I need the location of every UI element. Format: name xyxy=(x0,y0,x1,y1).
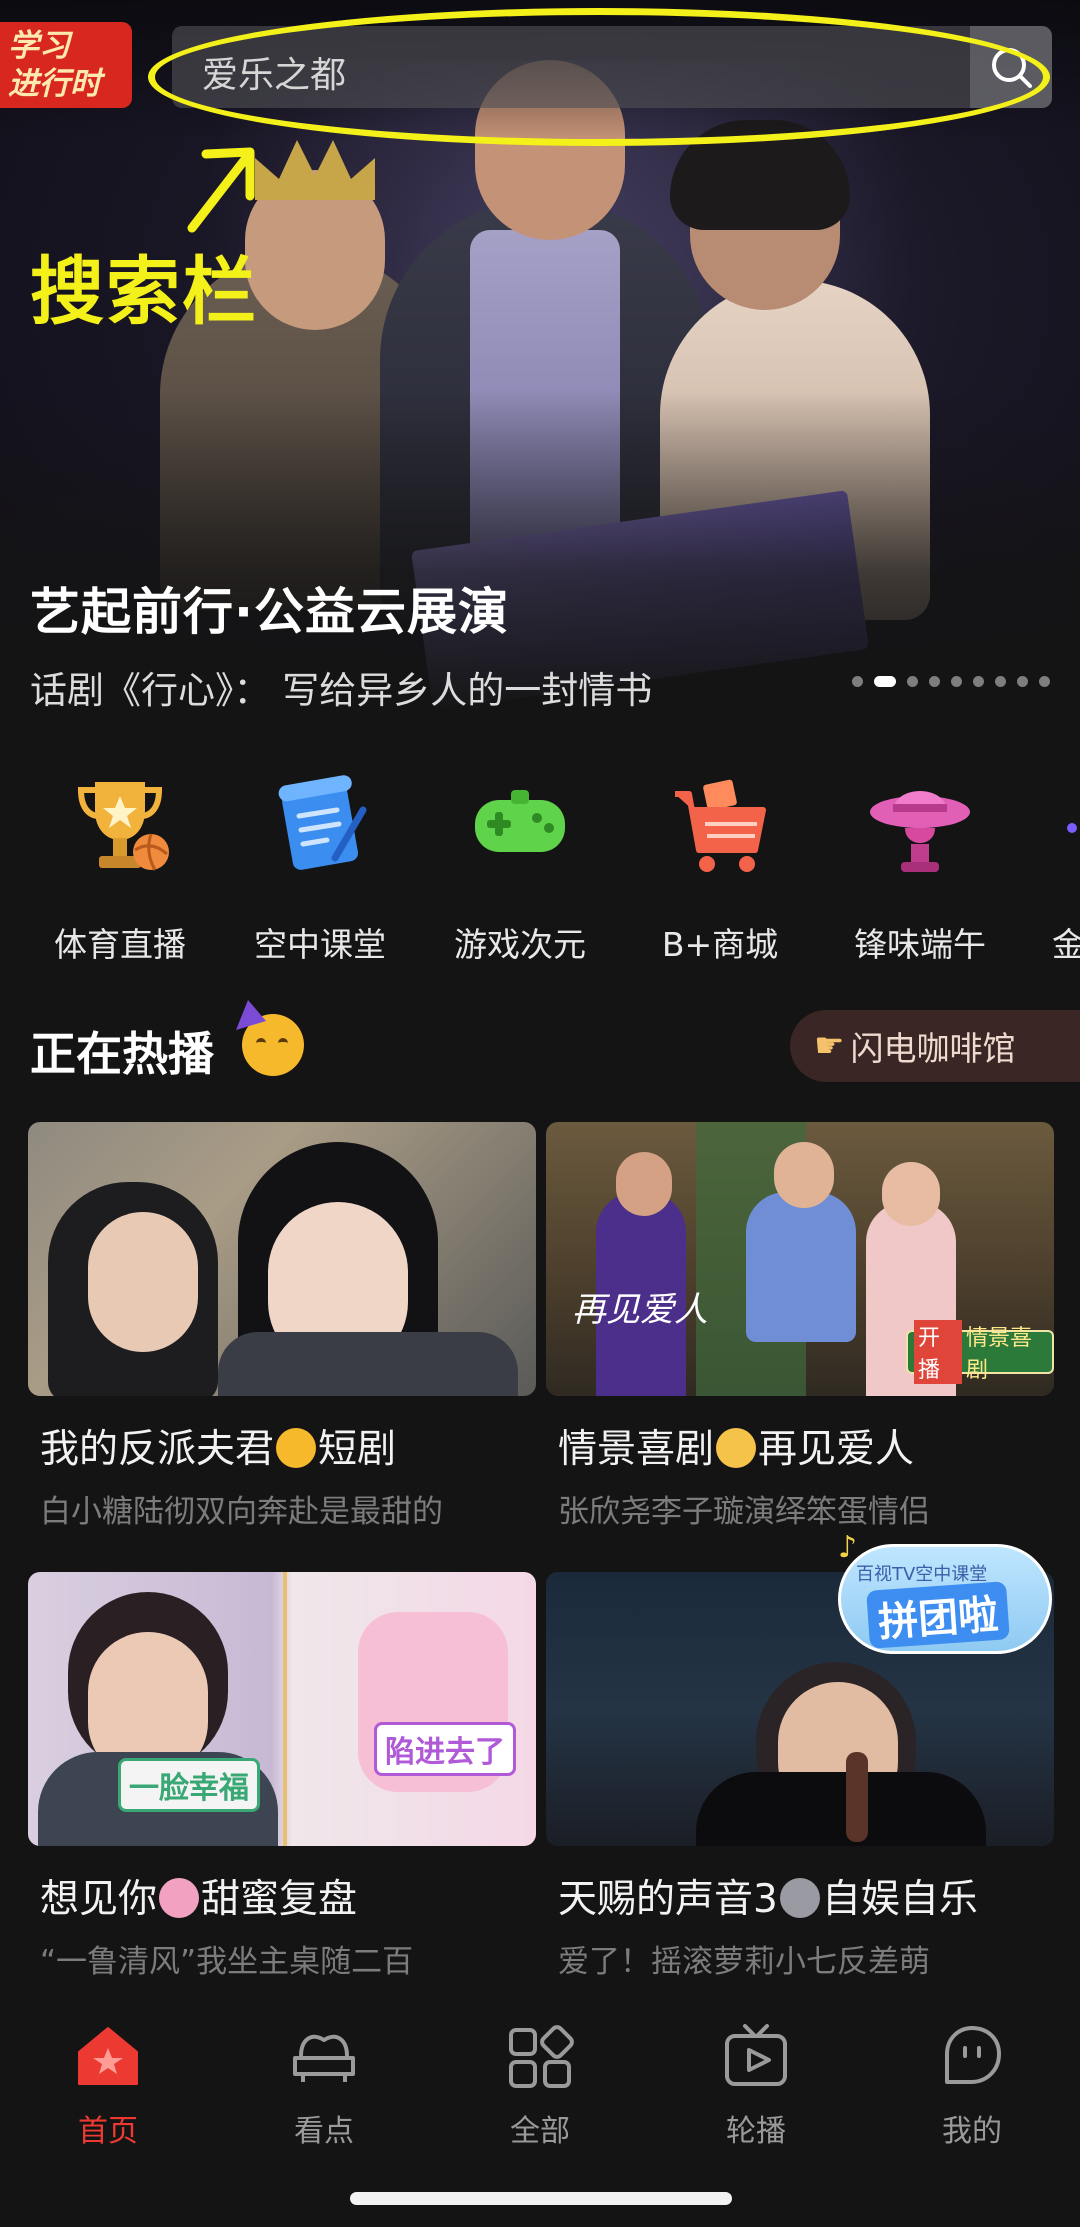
home-icon xyxy=(73,2022,143,2092)
sofa-icon xyxy=(289,2022,359,2092)
title-part: 情景喜剧 xyxy=(558,1427,715,1472)
music-note-icon: ♪ xyxy=(838,1530,858,1565)
video-title: 我的反派夫君 短剧 xyxy=(28,1418,536,1474)
title-part: 甜蜜复盘 xyxy=(201,1877,358,1922)
tab-label: 我的 xyxy=(942,2114,1002,2149)
page-dot xyxy=(874,676,896,687)
promo-label: 闪电咖啡馆 xyxy=(850,1029,1016,1068)
banner-page-indicator xyxy=(852,676,1050,687)
partial-icon xyxy=(1030,770,1080,880)
logo-line2: 进行时 xyxy=(8,66,101,102)
tab-label: 轮播 xyxy=(726,2114,786,2149)
annotation-label: 搜索栏 xyxy=(30,249,258,335)
microphone-icon xyxy=(779,1878,820,1918)
party-face-icon xyxy=(236,1000,304,1076)
thumb-caption: 再见爱人 xyxy=(572,1290,708,1330)
tab-all[interactable]: 全部 xyxy=(432,2022,648,2150)
title-part: 再见爱人 xyxy=(758,1427,915,1472)
title-part: 自娱自乐 xyxy=(821,1877,978,1922)
section-title: 正在热播 xyxy=(30,1027,214,1081)
thumb-badge: 开播 情景喜剧 xyxy=(906,1320,1054,1384)
page-dot xyxy=(929,676,940,687)
category-item-dragon-boat[interactable]: 锋味端午 xyxy=(830,770,1010,966)
video-subtitle: 白小糖陆彻双向奔赴是最甜的 xyxy=(40,1494,443,1530)
tab-highlights[interactable]: 看点 xyxy=(216,2022,432,2150)
badge-text: 开播 xyxy=(914,1320,962,1384)
hat-icon xyxy=(865,770,975,880)
badge-text: 情景喜剧 xyxy=(966,1326,1033,1383)
category-label: B+商城 xyxy=(661,925,779,964)
waving-hand-icon xyxy=(716,1428,757,1468)
shopping-cart-icon xyxy=(665,770,775,880)
tab-home[interactable]: 首页 xyxy=(0,2022,216,2150)
pointing-hand-icon: ☛ xyxy=(814,1026,845,1066)
trophy-icon xyxy=(65,770,175,880)
category-label: 金 xyxy=(1052,925,1080,964)
category-label: 锋味端午 xyxy=(854,925,986,964)
banner-title: 艺起前行·公益云展演 xyxy=(30,583,509,641)
video-title: 情景喜剧 再见爱人 xyxy=(546,1418,1054,1474)
page-dot xyxy=(995,676,1006,687)
page-dot xyxy=(1017,676,1028,687)
annotation-arrow-icon xyxy=(187,147,255,233)
tab-profile[interactable]: 我的 xyxy=(864,2022,1080,2150)
badge-main-text: 拼团啦 xyxy=(866,1581,1010,1649)
group-buy-badge[interactable]: 百视TV空中课堂 拼团啦 ♪ xyxy=(838,1530,1052,1654)
category-item-classroom[interactable]: 空中课堂 xyxy=(230,770,410,966)
scroll-icon xyxy=(265,770,375,880)
badge-top-text: 百视TV空中课堂 xyxy=(856,1564,988,1585)
video-subtitle: 爱了！摇滚萝莉小七反差萌 xyxy=(558,1944,930,1980)
category-label: 空中课堂 xyxy=(254,925,386,964)
smiling-hearts-icon xyxy=(276,1428,317,1468)
tv-play-icon xyxy=(721,2022,791,2092)
video-thumbnail: 再见爱人 开播 情景喜剧 xyxy=(546,1122,1054,1396)
gamepad-icon xyxy=(465,770,575,880)
annotation-ellipse xyxy=(148,8,1050,146)
category-label: 游戏次元 xyxy=(454,925,586,964)
title-part: 短剧 xyxy=(318,1427,397,1472)
category-item-partial[interactable]: 金 xyxy=(1030,770,1080,966)
profile-icon xyxy=(937,2022,1007,2092)
thumb-sticker: 陷进去了 xyxy=(374,1722,516,1776)
video-title: 天赐的声音3 自娱自乐 xyxy=(546,1868,1054,1924)
category-item-mall[interactable]: B+商城 xyxy=(630,770,810,966)
promo-pill[interactable]: ☛ 闪电咖啡馆 xyxy=(790,1010,1080,1082)
home-indicator[interactable] xyxy=(350,2192,732,2205)
page-dot xyxy=(1039,676,1050,687)
tab-live[interactable]: 轮播 xyxy=(648,2022,864,2150)
title-part: 天赐的声音3 xyxy=(558,1877,778,1922)
category-label: 体育直播 xyxy=(54,925,186,964)
tab-label: 首页 xyxy=(78,2114,138,2149)
couple-heart-icon xyxy=(159,1878,200,1918)
page-dot xyxy=(852,676,863,687)
logo-line1: 学习 xyxy=(8,28,70,64)
tab-label: 全部 xyxy=(510,2114,570,2149)
category-row: 体育直播 空中课堂 游戏次元 B+商城 锋味端午 金 xyxy=(0,770,1080,970)
video-thumbnail xyxy=(28,1122,536,1396)
page-dot xyxy=(907,676,918,687)
video-card[interactable]: 再见爱人 开播 情景喜剧 情景喜剧 再见爱人 张欣尧李子璇演绎笨蛋情侣 xyxy=(546,1122,1054,1531)
thumb-sticker: 一脸幸福 xyxy=(118,1758,260,1812)
page-dot xyxy=(951,676,962,687)
category-item-sports[interactable]: 体育直播 xyxy=(30,770,210,966)
study-logo[interactable]: 学习 进行时 xyxy=(0,22,132,108)
title-part: 我的反派夫君 xyxy=(40,1427,275,1472)
grid-icon xyxy=(505,2022,575,2092)
video-title: 想见你 甜蜜复盘 xyxy=(28,1868,536,1924)
video-thumbnail: 一脸幸福 陷进去了 xyxy=(28,1572,536,1846)
category-item-games[interactable]: 游戏次元 xyxy=(430,770,610,966)
video-card[interactable]: 我的反派夫君 短剧 白小糖陆彻双向奔赴是最甜的 xyxy=(28,1122,536,1531)
banner-subtitle: 话剧《行心》： 写给异乡人的一封情书 xyxy=(30,669,653,712)
video-card[interactable]: 一脸幸福 陷进去了 想见你 甜蜜复盘 “一鲁清风”我坐主桌随二百 xyxy=(28,1572,536,1981)
title-part: 想见你 xyxy=(40,1877,158,1922)
page-dot xyxy=(973,676,984,687)
video-subtitle: 张欣尧李子璇演绎笨蛋情侣 xyxy=(558,1494,930,1530)
video-subtitle: “一鲁清风”我坐主桌随二百 xyxy=(40,1944,414,1980)
tab-label: 看点 xyxy=(294,2114,354,2149)
